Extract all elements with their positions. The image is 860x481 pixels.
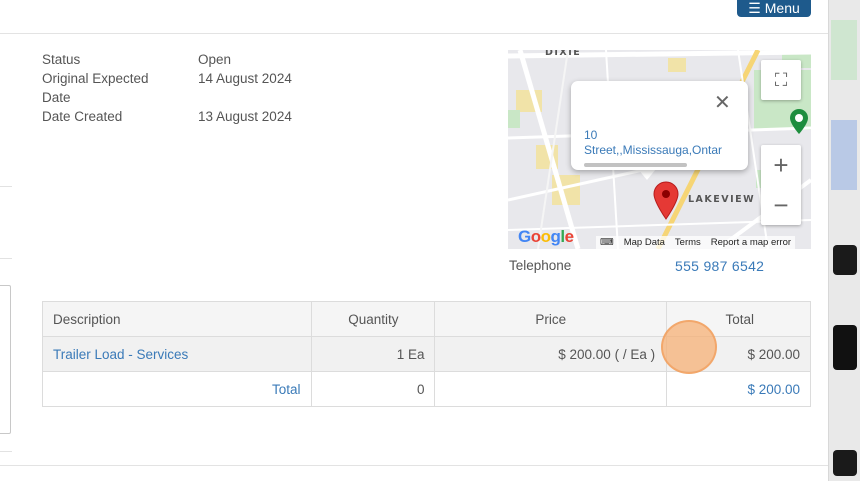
item-description-link[interactable]: Trailer Load - Services (42, 336, 312, 372)
poi-marker-icon (790, 109, 808, 134)
menu-button[interactable]: ☰ Menu (737, 0, 811, 17)
info-label: Date Created (42, 109, 123, 124)
close-icon[interactable]: ✕ (714, 93, 731, 113)
keyboard-icon[interactable]: ⌨ (600, 237, 614, 248)
popup-scrollbar[interactable] (584, 163, 687, 167)
popup-address[interactable]: 10 Street,,Mississauga,Ontar (584, 128, 734, 158)
telephone-link[interactable]: 555 987 6542 (675, 258, 764, 274)
map-info-popup: ✕ 10 Street,,Mississauga,Ontar (571, 81, 748, 170)
click-indicator (661, 320, 717, 374)
menu-label: Menu (764, 0, 800, 16)
footer-empty-cell (434, 371, 668, 407)
footer-total-label: Total (42, 371, 312, 407)
telephone-label: Telephone (509, 258, 572, 273)
header-description: Description (42, 301, 312, 337)
info-label: Status (42, 52, 81, 67)
footer-total: $ 200.00 (666, 371, 811, 407)
zoom-in-icon[interactable]: + (773, 145, 788, 185)
terms-link[interactable]: Terms (675, 237, 701, 248)
zoom-controls: + − (761, 145, 801, 225)
report-map-error-link[interactable]: Report a map error (711, 237, 791, 248)
right-gutter (828, 0, 860, 481)
map-data-link[interactable]: Map Data (624, 237, 665, 248)
left-panel-box (0, 285, 11, 434)
fullscreen-icon: ⛶ (774, 69, 788, 90)
info-value: 13 August 2024 (198, 109, 292, 124)
info-label: Original Expected Date (42, 71, 149, 105)
table-footer-row: Total 0 $ 200.00 (42, 371, 811, 407)
top-bar: ☰ Menu (0, 0, 828, 34)
google-logo: Google (518, 227, 574, 246)
map-label-dixie: DIXIE (545, 50, 582, 58)
footer-quantity: 0 (310, 371, 436, 407)
map-marker-icon[interactable] (652, 180, 680, 220)
popup-tail (638, 169, 656, 180)
map-attribution: ⌨ Map Data Terms Report a map error (596, 236, 796, 249)
map-label-lakeview: LAKEVIEW (688, 194, 756, 205)
section-divider (0, 465, 828, 466)
item-quantity: 1 Ea (310, 336, 436, 372)
info-value: 14 August 2024 (198, 71, 292, 86)
header-price: Price (434, 301, 668, 337)
info-value: Open (198, 52, 232, 67)
hamburger-icon: ☰ (748, 0, 761, 16)
zoom-out-icon[interactable]: − (773, 185, 788, 225)
header-quantity: Quantity (310, 301, 436, 337)
item-price: $ 200.00 ( / Ea ) (434, 336, 668, 372)
fullscreen-button[interactable]: ⛶ (761, 60, 801, 100)
